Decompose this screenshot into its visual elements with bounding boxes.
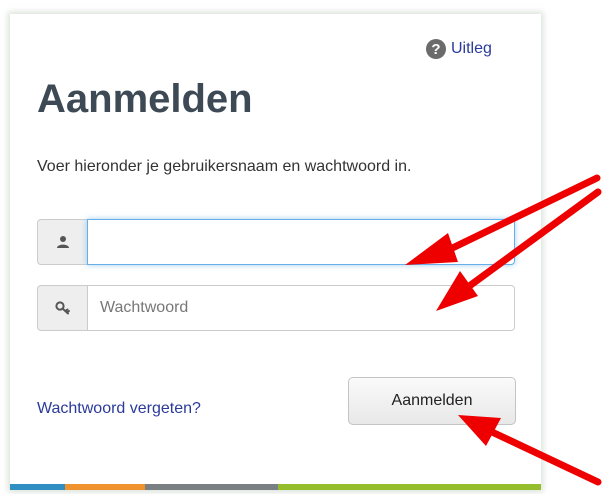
color-bar-segment xyxy=(65,484,145,490)
username-group xyxy=(37,219,515,265)
login-button[interactable]: Aanmelden xyxy=(348,377,516,425)
help-link[interactable]: ? Uitleg xyxy=(426,38,492,60)
key-icon xyxy=(37,285,87,331)
question-mark-icon: ? xyxy=(426,39,446,59)
help-link-label: Uitleg xyxy=(451,40,492,57)
color-bar-segment xyxy=(278,484,541,490)
user-icon xyxy=(37,219,87,265)
instructions-text: Voer hieronder je gebruikersnaam en wach… xyxy=(37,158,412,175)
user-icon-glyph xyxy=(56,236,69,248)
page-title: Aanmelden xyxy=(37,77,253,121)
color-bar-segment xyxy=(10,484,65,490)
username-input[interactable] xyxy=(87,219,515,265)
key-icon-glyph xyxy=(54,301,70,315)
forgot-password-link[interactable]: Wachtwoord vergeten? xyxy=(37,400,201,418)
password-input[interactable] xyxy=(87,285,515,331)
brand-color-bar xyxy=(10,484,541,490)
password-group xyxy=(37,285,515,331)
color-bar-segment xyxy=(145,484,278,490)
